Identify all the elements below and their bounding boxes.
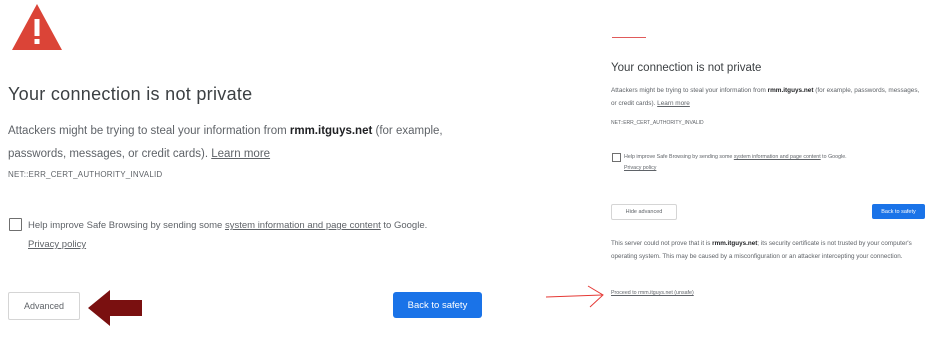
error-code-expanded: NET::ERR_CERT_AUTHORITY_INVALID <box>611 120 704 126</box>
warning-accent-line <box>612 37 646 38</box>
privacy-policy-link[interactable]: Privacy policy <box>624 165 656 171</box>
back-to-safety-button-expanded[interactable]: Back to safety <box>872 204 925 219</box>
learn-more-link[interactable]: Learn more <box>657 100 690 107</box>
proceed-unsafe-link[interactable]: Proceed to rmm.itguys.net (unsafe) <box>611 290 694 296</box>
privacy-policy-link[interactable]: Privacy policy <box>28 239 86 250</box>
back-to-safety-button[interactable]: Back to safety <box>393 292 482 318</box>
safe-browsing-label: Help improve Safe Browsing by sending so… <box>28 220 428 250</box>
learn-more-link[interactable]: Learn more <box>211 148 270 160</box>
safe-browsing-checkbox-expanded[interactable] <box>612 153 621 162</box>
warning-description: Attackers might be trying to steal your … <box>8 125 443 160</box>
system-info-link[interactable]: system information and page content <box>734 154 821 160</box>
arrow-right-icon <box>545 285 604 308</box>
error-code: NET::ERR_CERT_AUTHORITY_INVALID <box>8 170 163 179</box>
page-title-expanded: Your connection is not private <box>611 62 762 74</box>
domain-name: rmm.itguys.net <box>767 87 814 94</box>
certificate-explanation: This server could not prove that it is r… <box>611 240 912 260</box>
safe-browsing-checkbox[interactable] <box>9 218 22 231</box>
system-info-link[interactable]: system information and page content <box>225 220 381 231</box>
domain-name: rmm.itguys.net <box>712 240 758 247</box>
hide-advanced-button[interactable]: Hide advanced <box>611 204 677 220</box>
page-title: Your connection is not private <box>8 84 253 104</box>
domain-name: rmm.itguys.net <box>289 125 373 137</box>
warning-triangle-icon <box>12 4 62 50</box>
safe-browsing-label-expanded: Help improve Safe Browsing by sending so… <box>624 154 847 171</box>
warning-description-expanded: Attackers might be trying to steal your … <box>611 87 920 107</box>
advanced-button[interactable]: Advanced <box>8 292 80 320</box>
arrow-left-icon <box>88 290 142 326</box>
